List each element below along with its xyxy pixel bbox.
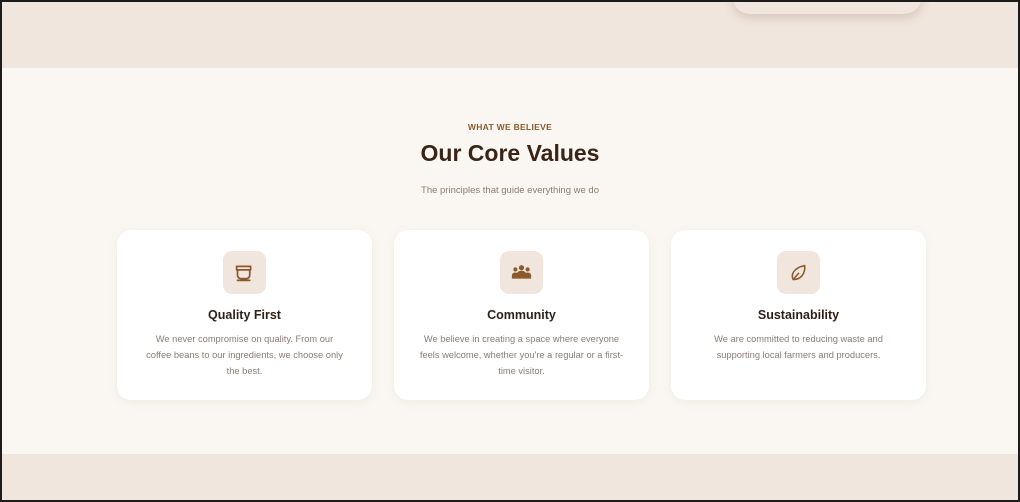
value-card-description: We are committed to reducing waste and s… [714,334,883,360]
people-icon [500,251,543,294]
value-card-description: We believe in creating a space where eve… [419,334,624,376]
page-frame: WHAT WE BELIEVE Our Core Values The prin… [0,0,1020,502]
core-values-section: WHAT WE BELIEVE Our Core Values The prin… [2,68,1018,454]
value-card-title: Sustainability [757,308,840,322]
floating-pill-element [732,2,922,14]
section-title: Our Core Values [420,140,600,166]
value-card-quality: Quality First We never compromise on qua… [117,230,372,400]
value-card-community: Community We believe in creating a space… [394,230,649,400]
value-card-title: Quality First [208,308,281,322]
section-eyebrow: WHAT WE BELIEVE [467,122,553,132]
value-card-title: Community [487,308,556,322]
leaf-icon [777,251,820,294]
coffee-cup-icon [223,251,266,294]
value-card-sustainability: Sustainability We are committed to reduc… [671,230,926,400]
top-section-band [2,2,1018,68]
bottom-section-band [2,454,1018,500]
section-subtitle: The principles that guide everything we … [421,185,599,196]
value-card-description: We never compromise on quality. From our… [146,334,343,376]
